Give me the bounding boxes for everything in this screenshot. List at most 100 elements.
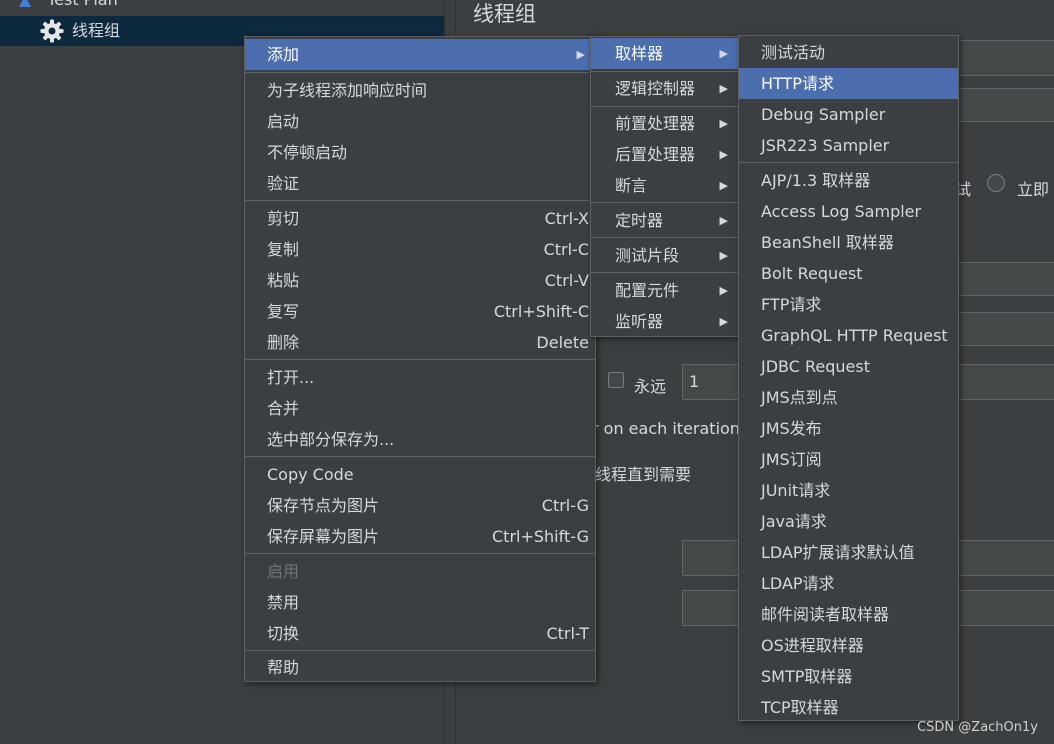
menu-item-http-request[interactable]: HTTP请求 [739,68,958,99]
menu-item-label: TCP取样器 [761,698,839,717]
submenu-arrow-icon: ▶ [719,284,728,297]
menu-item-label: JUnit请求 [761,481,831,500]
menu-item-debug-sampler[interactable]: Debug Sampler [739,99,958,130]
menu-item-cut[interactable]: 剪切 Ctrl-X [245,203,595,234]
menu-item-add[interactable]: 添加 ▶ [245,39,595,70]
name-field[interactable] [957,40,1054,76]
menu-item-label: 监听器 [615,312,664,331]
shortcut-label: Ctrl-G [541,496,589,515]
menu-item-label: 定时器 [615,211,664,230]
menu-item-bolt-request[interactable]: Bolt Request [739,258,958,289]
menu-item-label: GraphQL HTTP Request [761,326,948,345]
menu-item-timer[interactable]: 定时器 ▶ [591,205,738,236]
menu-item-ldap-request[interactable]: LDAP请求 [739,568,958,599]
menu-item-label: Access Log Sampler [761,202,922,221]
menu-item-add-response-time[interactable]: 为子线程添加响应时间 [245,75,595,106]
menu-item-tcp-sampler[interactable]: TCP取样器 [739,692,958,723]
menu-item-duplicate[interactable]: 复写 Ctrl+Shift-C [245,296,595,327]
shortcut-label: Delete [536,333,589,352]
menu-item-logic-controller[interactable]: 逻辑控制器 ▶ [591,73,738,104]
tree-node-test-plan[interactable]: Test Plan [18,0,118,15]
menu-item-copy-code[interactable]: Copy Code [245,459,595,490]
menu-item-assertion[interactable]: 断言 ▶ [591,170,738,201]
submenu-arrow-icon: ▶ [719,179,728,192]
menu-item-merge[interactable]: 合并 [245,393,595,424]
menu-item-jdbc-request[interactable]: JDBC Request [739,351,958,382]
menu-item-open[interactable]: 打开... [245,362,595,393]
menu-item-beanshell-sampler[interactable]: BeanShell 取样器 [739,227,958,258]
threads-field[interactable] [957,262,1054,296]
menu-item-label: 为子线程添加响应时间 [267,81,428,100]
menu-item-config-element[interactable]: 配置元件 ▶ [591,275,738,306]
menu-item-jms-publish[interactable]: JMS发布 [739,413,958,444]
menu-item-post-processor[interactable]: 后置处理器 ▶ [591,139,738,170]
rampup-field[interactable] [957,312,1054,346]
menu-item-label: 验证 [267,174,300,193]
menu-item-copy[interactable]: 复制 Ctrl-C [245,234,595,265]
menu-item-jms-p2p[interactable]: JMS点到点 [739,382,958,413]
gear-icon [40,19,64,43]
menu-item-label: 添加 [267,45,300,64]
menu-item-smtp-sampler[interactable]: SMTP取样器 [739,661,958,692]
menu-item-help[interactable]: 帮助 [245,652,595,683]
menu-item-ajp-sampler[interactable]: AJP/1.3 取样器 [739,165,958,196]
menu-item-pre-processor[interactable]: 前置处理器 ▶ [591,108,738,139]
menu-item-ldap-extended-request[interactable]: LDAP扩展请求默认值 [739,537,958,568]
menu-item-label: 不停顿启动 [267,143,348,162]
comment-field[interactable] [957,88,1054,122]
menu-item-label: JMS点到点 [761,388,838,407]
menu-item-label: BeanShell 取样器 [761,233,894,252]
menu-item-toggle[interactable]: 切换 Ctrl-T [245,618,595,649]
radio-stop-now[interactable] [987,174,1005,192]
menu-item-sampler[interactable]: 取样器 ▶ [591,38,738,69]
menu-separator [739,162,958,163]
menu-separator [591,106,738,107]
menu-item-mail-reader-sampler[interactable]: 邮件阅读者取样器 [739,599,958,630]
context-menu: 添加 ▶ 为子线程添加响应时间 启动 不停顿启动 验证 剪切 Ctrl-X 复制 C… [244,36,596,682]
shortcut-label: Ctrl-X [544,209,589,228]
menu-item-os-process-sampler[interactable]: OS进程取样器 [739,630,958,661]
shortcut-label: Ctrl-V [544,271,589,290]
test-plan-icon [19,0,31,7]
forever-label: 永远 [634,377,667,396]
menu-item-label: 剪切 [267,209,300,228]
menu-item-label: 逻辑控制器 [615,79,696,98]
menu-item-paste[interactable]: 粘贴 Ctrl-V [245,265,595,296]
menu-item-label: OS进程取样器 [761,636,864,655]
menu-item-java-request[interactable]: Java请求 [739,506,958,537]
menu-item-graphql-request[interactable]: GraphQL HTTP Request [739,320,958,351]
menu-item-start[interactable]: 启动 [245,106,595,137]
menu-item-jsr223-sampler[interactable]: JSR223 Sampler [739,130,958,161]
menu-item-delete[interactable]: 删除 Delete [245,327,595,358]
menu-item-label: 粘贴 [267,271,300,290]
menu-item-listener[interactable]: 监听器 ▶ [591,306,738,337]
forever-checkbox[interactable] [608,372,624,388]
menu-item-test-action[interactable]: 测试活动 [739,37,958,68]
menu-item-access-log-sampler[interactable]: Access Log Sampler [739,196,958,227]
menu-item-label: 前置处理器 [615,114,696,133]
menu-separator [245,359,595,360]
menu-item-label: Copy Code [267,465,354,484]
menu-item-start-no-pause[interactable]: 不停顿启动 [245,137,595,168]
shortcut-label: Ctrl+Shift-C [493,302,589,321]
tree-node-label: Test Plan [47,0,118,9]
menu-item-junit-request[interactable]: JUnit请求 [739,475,958,506]
menu-item-label: 禁用 [267,593,300,612]
menu-item-ftp-request[interactable]: FTP请求 [739,289,958,320]
menu-item-label: FTP请求 [761,295,822,314]
menu-item-label: 测试片段 [615,246,680,265]
menu-item-save-node-image[interactable]: 保存节点为图片 Ctrl-G [245,490,595,521]
menu-item-jms-subscribe[interactable]: JMS订阅 [739,444,958,475]
menu-item-save-screen-image[interactable]: 保存屏幕为图片 Ctrl+Shift-G [245,521,595,552]
menu-separator [245,553,595,554]
menu-item-validate[interactable]: 验证 [245,168,595,199]
menu-item-test-fragment[interactable]: 测试片段 ▶ [591,240,738,271]
submenu-arrow-icon: ▶ [719,315,728,328]
menu-item-label: 启动 [267,112,300,131]
submenu-arrow-icon: ▶ [576,48,585,61]
menu-item-label: 启用 [267,562,300,581]
delay-thread-label: 线程直到需要 [595,465,692,484]
menu-item-label: 选中部分保存为... [267,430,395,449]
menu-item-disable[interactable]: 禁用 [245,587,595,618]
menu-item-save-selection[interactable]: 选中部分保存为... [245,424,595,455]
